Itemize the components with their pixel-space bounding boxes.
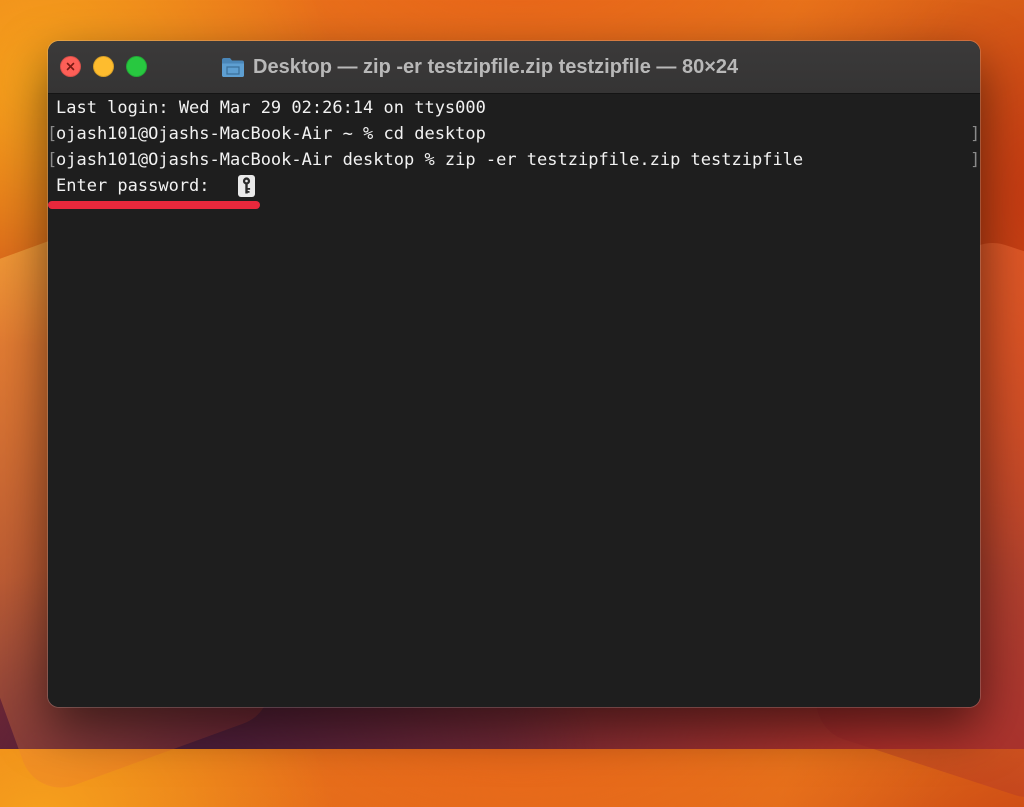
key-icon [242, 177, 251, 194]
line-mark-left: [ [48, 150, 58, 170]
terminal-content[interactable]: Last login: Wed Mar 29 02:26:14 on ttys0… [48, 94, 980, 707]
terminal-line: Enter password: [56, 176, 220, 196]
terminal-line: ojash101@Ojashs-MacBook-Air desktop % zi… [56, 150, 804, 170]
close-button[interactable] [60, 56, 81, 77]
password-cursor [238, 175, 255, 197]
terminal-window: Desktop — zip -er testzipfile.zip testzi… [48, 41, 980, 707]
highlight-underline [48, 201, 260, 209]
minimize-button[interactable] [93, 56, 114, 77]
folder-icon [222, 58, 244, 77]
close-icon [66, 62, 75, 71]
window-title-text: Desktop — zip -er testzipfile.zip testzi… [253, 55, 739, 78]
terminal-line: Last login: Wed Mar 29 02:26:14 on ttys0… [56, 98, 486, 118]
line-mark-right: ] [970, 124, 980, 144]
window-titlebar[interactable]: Desktop — zip -er testzipfile.zip testzi… [48, 41, 980, 94]
window-title: Desktop — zip -er testzipfile.zip testzi… [221, 53, 738, 81]
line-mark-left: [ [48, 124, 58, 144]
zoom-button[interactable] [126, 56, 147, 77]
line-mark-right: ] [970, 150, 980, 170]
terminal-line: ojash101@Ojashs-MacBook-Air ~ % cd deskt… [56, 124, 486, 144]
